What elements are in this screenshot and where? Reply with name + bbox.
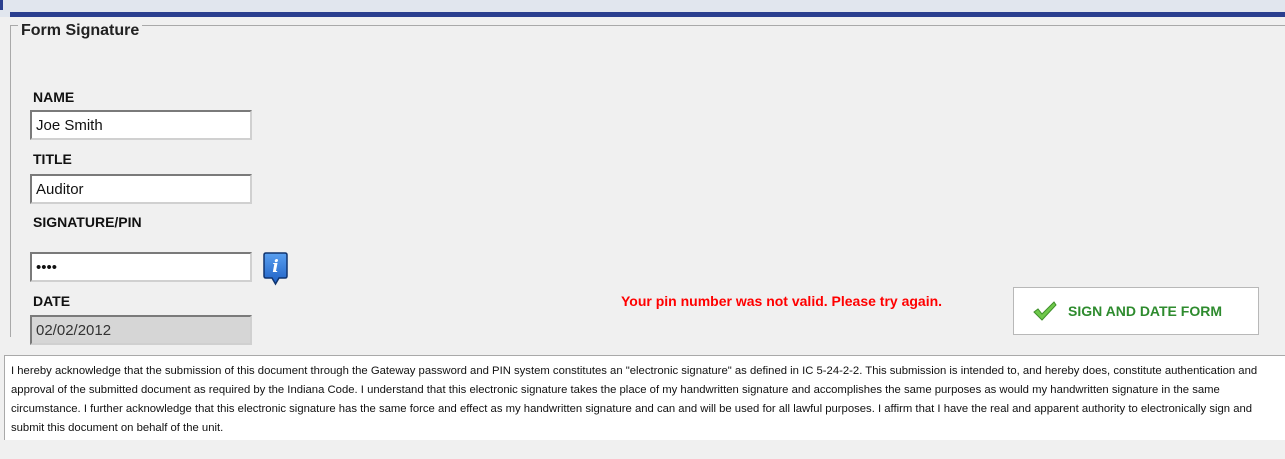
date-field xyxy=(30,315,252,345)
title-field[interactable] xyxy=(30,174,252,204)
form-signature-legend: Form Signature xyxy=(18,23,143,39)
title-label: TITLE xyxy=(33,151,72,167)
pin-field[interactable] xyxy=(30,252,252,282)
name-label: NAME xyxy=(33,89,75,105)
signature-panel: Form Signature NAME TITLE SIGNATURE/PIN … xyxy=(0,17,1285,459)
svg-text:i: i xyxy=(272,257,278,277)
error-message: Your pin number was not valid. Please tr… xyxy=(621,293,943,309)
checkmark-icon xyxy=(1033,301,1057,321)
sign-button-label: SIGN AND DATE FORM xyxy=(1068,303,1222,319)
pin-label: SIGNATURE/PIN xyxy=(33,214,142,230)
sign-and-date-button[interactable]: SIGN AND DATE FORM xyxy=(1013,287,1259,335)
header-left-accent xyxy=(0,0,3,10)
name-field[interactable] xyxy=(30,110,252,140)
signature-disclaimer: I hereby acknowledge that the submission… xyxy=(4,355,1285,440)
info-icon[interactable]: i xyxy=(263,252,288,286)
top-header-bar xyxy=(0,0,1285,17)
disclaimer-text: I hereby acknowledge that the submission… xyxy=(11,365,1258,434)
date-label: DATE xyxy=(33,293,71,309)
